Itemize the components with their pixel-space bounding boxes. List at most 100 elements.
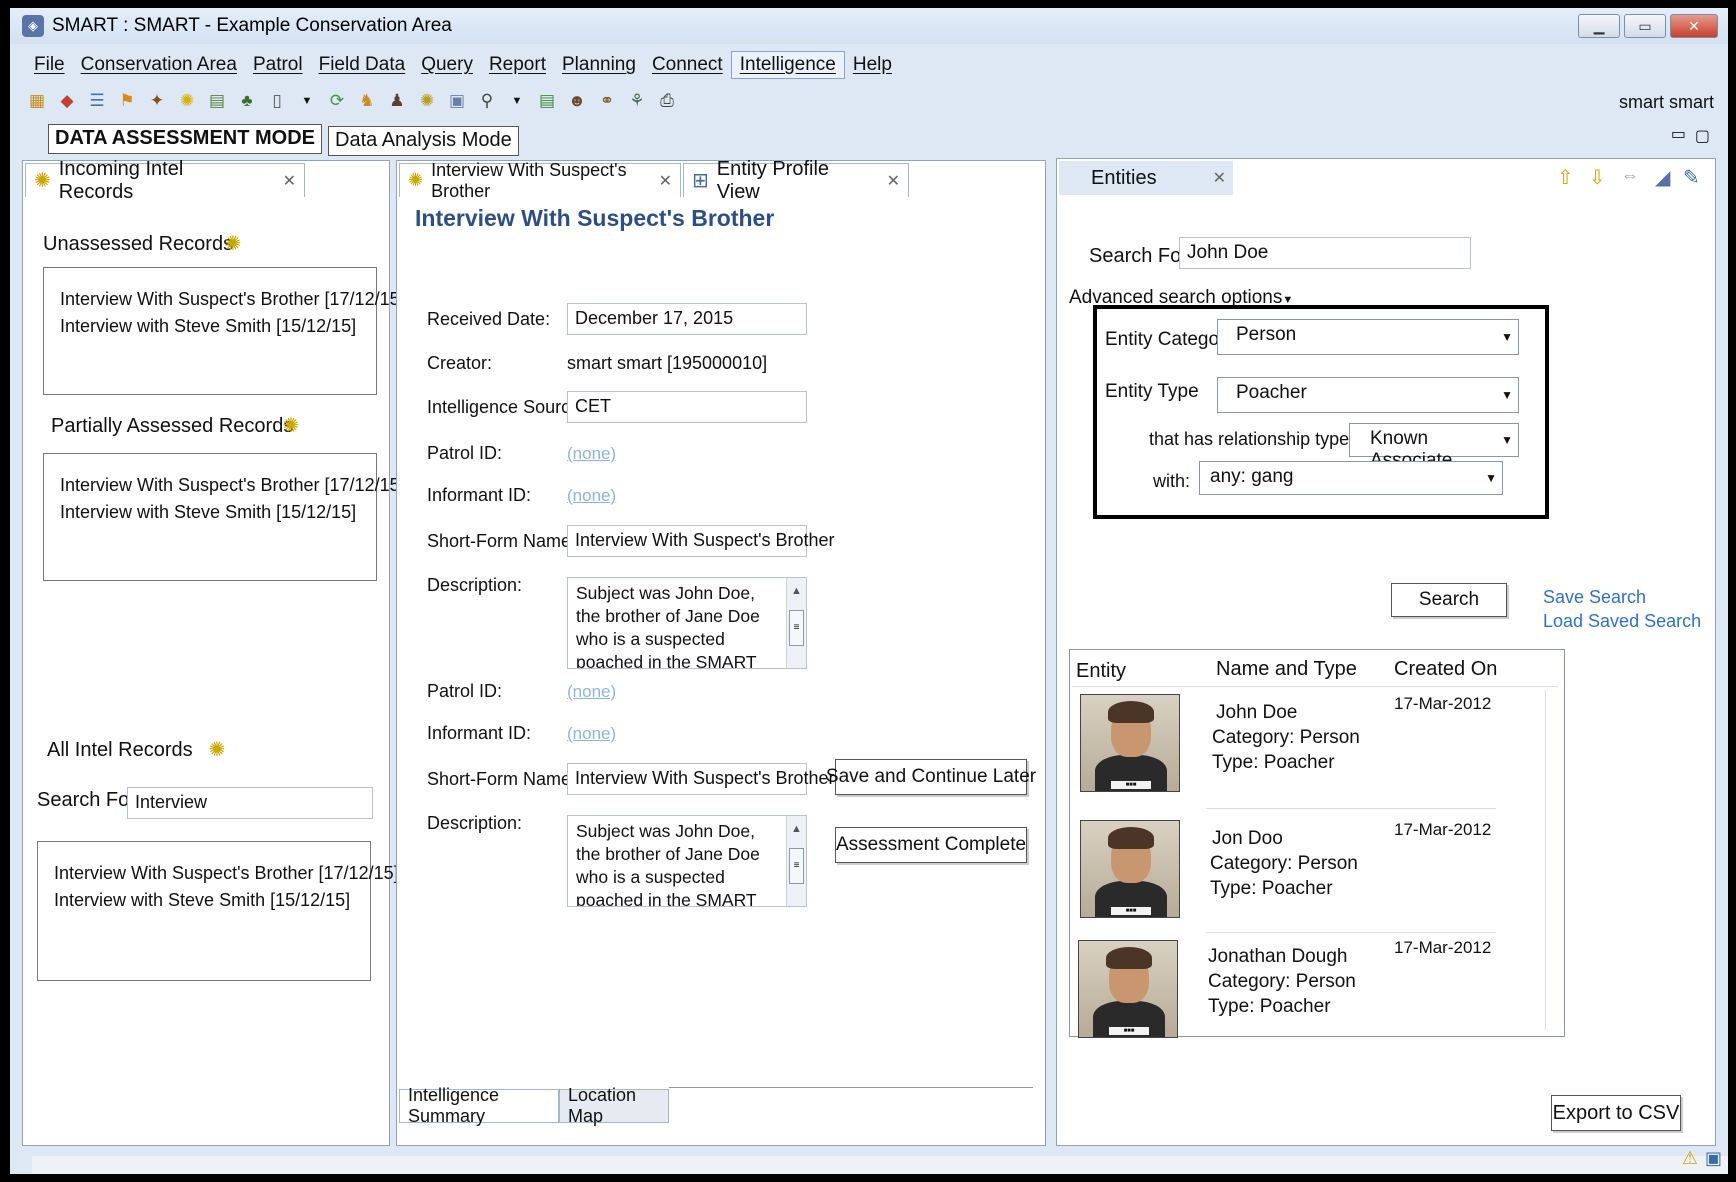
list-item[interactable]: Interview with Steve Smith [15/12/15]: [60, 499, 360, 526]
description-scrollbar[interactable]: ▲ ≡: [786, 816, 806, 906]
menu-file[interactable]: File: [26, 52, 73, 78]
menu-patrol[interactable]: Patrol: [245, 52, 311, 78]
close-tab-icon[interactable]: ✕: [659, 171, 672, 191]
move-up-icon[interactable]: ⇧: [1557, 165, 1574, 190]
pdf-print-icon[interactable]: ⎙: [654, 88, 680, 114]
entity-icon[interactable]: ☻: [564, 88, 590, 114]
menu-intelligence[interactable]: Intelligence: [730, 51, 845, 79]
entity-created-date: 17-Mar-2012: [1394, 938, 1492, 957]
data-analysis-mode-button[interactable]: Data Analysis Mode: [328, 126, 519, 156]
refresh-icon[interactable]: ⟳: [324, 88, 350, 114]
lightbulb-icon[interactable]: ✺: [174, 88, 200, 114]
column-header-created-on[interactable]: Created On: [1394, 658, 1497, 681]
table-icon[interactable]: ▤: [204, 88, 230, 114]
relationship-type-select[interactable]: Known Associate▼: [1349, 423, 1519, 471]
entity-name: John Doe: [1216, 702, 1298, 723]
menu-planning[interactable]: Planning: [554, 52, 644, 78]
minimize-view-icon[interactable]: ▭: [1671, 124, 1686, 144]
intelligence-source-field[interactable]: CET: [567, 391, 807, 423]
entity-type-select[interactable]: Poacher ▼: [1217, 377, 1519, 413]
tab-entity-profile-view[interactable]: ⊞ Entity Profile View ✕: [683, 158, 909, 203]
profile-icon[interactable]: ⚘: [624, 88, 650, 114]
column-header-entity[interactable]: Entity: [1076, 660, 1126, 683]
tree-icon[interactable]: ♣: [234, 88, 260, 114]
layers-icon[interactable]: ◆: [54, 88, 80, 114]
status-info-icon[interactable]: ▣: [1705, 1148, 1722, 1169]
list-item[interactable]: Interview With Suspect's Brother [17/12/…: [60, 472, 405, 499]
dropdown-arrow-icon-2[interactable]: ▼: [504, 88, 530, 114]
tab-intelligence-summary[interactable]: Intelligence Summary: [399, 1085, 559, 1126]
list-item[interactable]: Interview With Suspect's Brother [17/12/…: [54, 860, 399, 887]
save-and-continue-later-button[interactable]: Save and Continue Later: [826, 759, 1036, 795]
search-person-icon[interactable]: ⚲: [474, 88, 500, 114]
data-assessment-mode-button[interactable]: DATA ASSESSMENT MODE: [48, 124, 323, 154]
edit-icon[interactable]: ✎: [1683, 165, 1700, 190]
filter-icon[interactable]: ◢: [1655, 165, 1670, 190]
menu-help[interactable]: Help: [845, 52, 900, 78]
description-scrollbar[interactable]: ▲ ≡: [786, 578, 806, 668]
description-textarea[interactable]: Subject was John Doe, the brother of Jan…: [567, 577, 807, 669]
add-record-icon[interactable]: ▤: [534, 88, 560, 114]
export-to-csv-button[interactable]: Export to CSV: [1551, 1095, 1681, 1131]
column-header-name-and-type[interactable]: Name and Type: [1216, 658, 1357, 681]
close-tab-icon[interactable]: ✕: [283, 171, 296, 191]
informant-id-link[interactable]: (none): [567, 486, 616, 506]
map-icon[interactable]: ▦: [24, 88, 50, 114]
intel-search-input[interactable]: Interview: [127, 787, 373, 819]
minimize-button[interactable]: ▁: [1578, 14, 1620, 38]
tab-incoming-intel-records[interactable]: ✺ Incoming Intel Records ✕: [25, 158, 305, 203]
list-icon[interactable]: ☰: [84, 88, 110, 114]
scroll-thumb[interactable]: ≡: [789, 848, 804, 884]
patrol-icon[interactable]: ♞: [354, 88, 380, 114]
move-down-icon[interactable]: ⇩: [1589, 165, 1606, 190]
tab-location-map[interactable]: Location Map: [559, 1085, 669, 1126]
save-search-link[interactable]: Save Search: [1543, 587, 1646, 608]
collapse-icon[interactable]: ⇔: [1621, 165, 1639, 186]
load-saved-search-link[interactable]: Load Saved Search: [1543, 611, 1701, 632]
lightbulb-filter-icon[interactable]: ✺: [279, 413, 303, 439]
assessment-complete-button[interactable]: Assessment Complete: [835, 827, 1027, 863]
dropdown-arrow-icon[interactable]: ▼: [294, 88, 320, 114]
short-form-name-field[interactable]: Interview With Suspect's Brother: [567, 525, 835, 557]
scroll-thumb[interactable]: ≡: [789, 610, 804, 646]
lightbulb-filter-icon[interactable]: ✺: [205, 737, 229, 763]
menu-connect[interactable]: Connect: [644, 52, 731, 78]
menu-query[interactable]: Query: [413, 52, 481, 78]
menu-conservation-area[interactable]: Conservation Area: [73, 52, 245, 78]
chevron-down-icon: ▼: [1485, 471, 1497, 485]
menu-report[interactable]: Report: [481, 52, 554, 78]
maximize-button[interactable]: ▭: [1624, 14, 1666, 38]
informant-id-link-2[interactable]: (none): [567, 724, 616, 744]
report-icon[interactable]: ▯: [264, 88, 290, 114]
footprint-icon[interactable]: ✦: [144, 88, 170, 114]
intel-icon[interactable]: ✺: [414, 88, 440, 114]
lightbulb-filter-icon[interactable]: ✺: [221, 231, 245, 257]
search-button[interactable]: Search: [1391, 583, 1507, 617]
patrol-id-link[interactable]: (none): [567, 444, 616, 464]
scroll-up-icon[interactable]: ▲: [791, 580, 802, 603]
tab-interview-record[interactable]: ✺ Interview With Suspect's Brother ✕: [399, 160, 681, 201]
list-item[interactable]: Interview with Steve Smith [15/12/15]: [60, 313, 360, 340]
short-form-name-field-2[interactable]: Interview With Suspect's Brother: [567, 763, 835, 795]
record-icon[interactable]: ▣: [444, 88, 470, 114]
patrol-id-link-2[interactable]: (none): [567, 682, 616, 702]
people-icon[interactable]: ♟: [384, 88, 410, 114]
close-tab-icon[interactable]: ✕: [887, 171, 900, 191]
scroll-up-icon[interactable]: ▲: [791, 818, 802, 841]
entity-category-select[interactable]: Person ▼: [1217, 319, 1519, 355]
creator-value: smart smart [195000010]: [567, 353, 768, 373]
with-select[interactable]: any: gang ▼: [1199, 461, 1503, 495]
received-date-field[interactable]: December 17, 2015: [567, 303, 807, 335]
close-tab-icon[interactable]: ✕: [1213, 168, 1226, 188]
tab-entities[interactable]: Entities ✕: [1059, 161, 1233, 195]
description-textarea-2[interactable]: Subject was John Doe, the brother of Jan…: [567, 815, 807, 907]
entity-search-input[interactable]: John Doe: [1179, 237, 1471, 269]
relationship-icon[interactable]: ⚭: [594, 88, 620, 114]
list-item[interactable]: Interview With Suspect's Brother [17/12/…: [60, 286, 405, 313]
list-item[interactable]: Interview with Steve Smith [15/12/15]: [54, 887, 354, 914]
warning-icon[interactable]: ⚠: [1682, 1148, 1698, 1169]
close-button[interactable]: ✕: [1670, 14, 1718, 38]
flag-icon[interactable]: ⚑: [114, 88, 140, 114]
menu-field-data[interactable]: Field Data: [311, 52, 414, 78]
maximize-view-icon[interactable]: ▢: [1695, 126, 1710, 146]
